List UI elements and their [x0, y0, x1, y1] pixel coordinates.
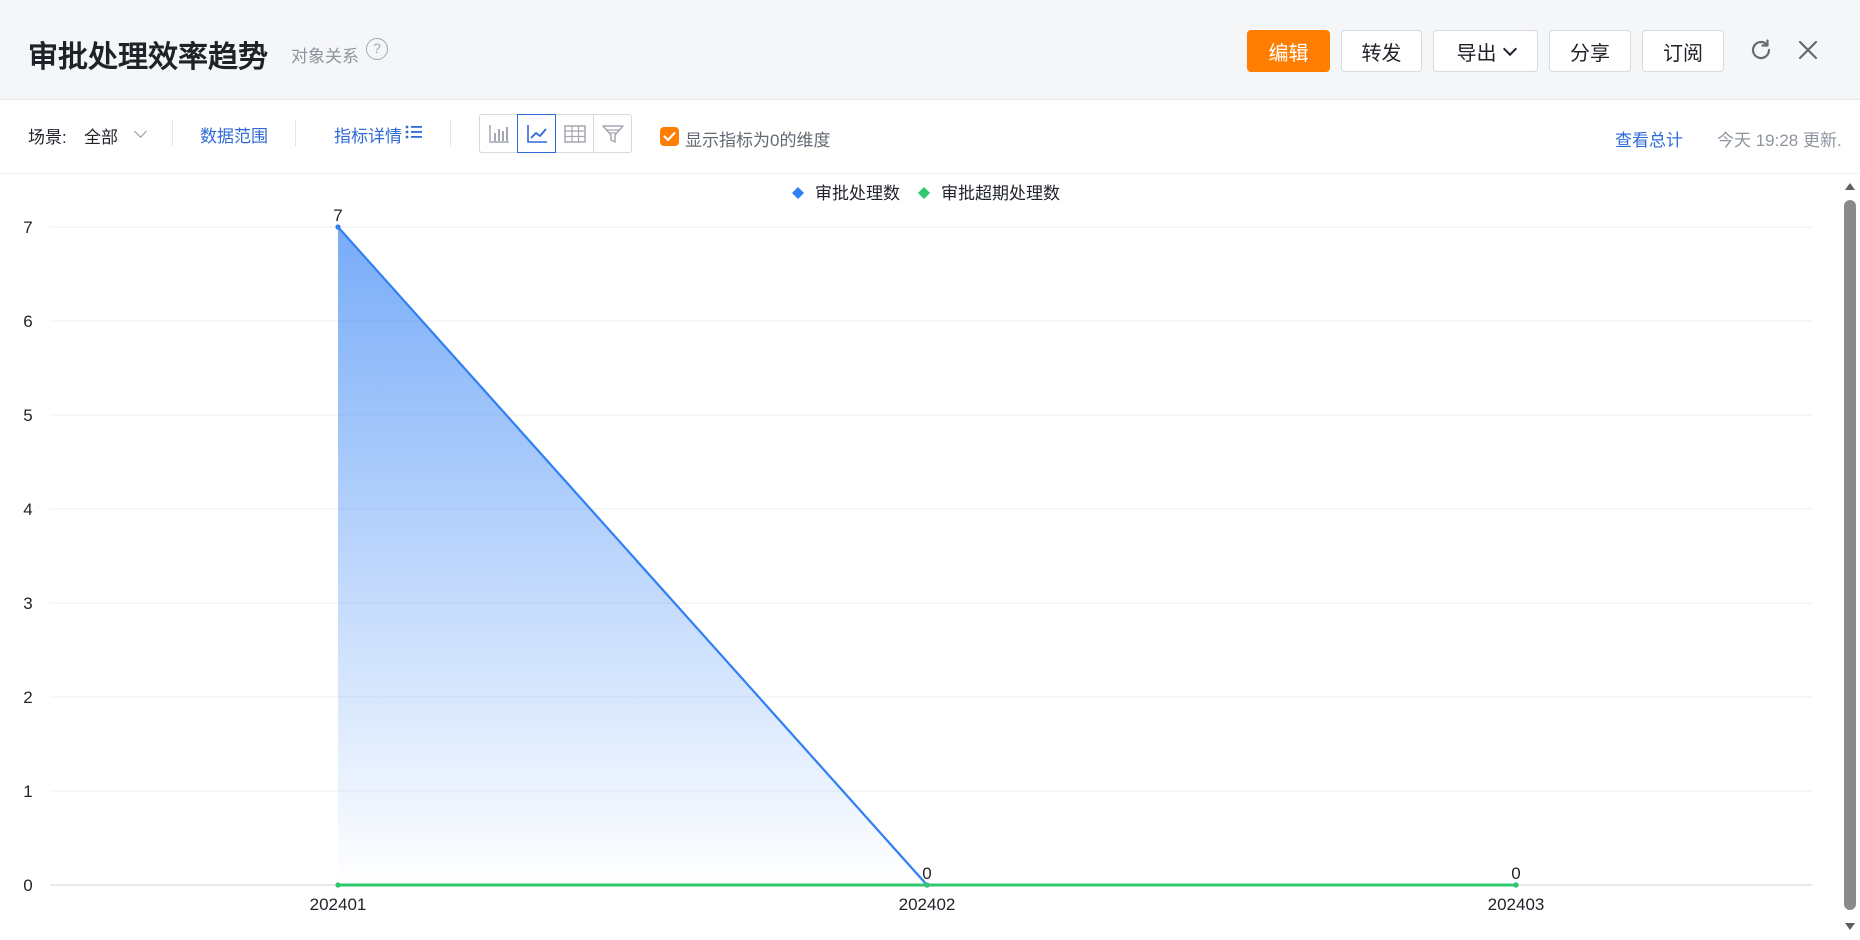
data-label: 0 — [922, 864, 931, 883]
report-toolbar — [0, 100, 1860, 174]
line-chart-icon[interactable] — [517, 114, 556, 153]
y-tick-label: 3 — [23, 594, 32, 613]
share-button[interactable]: 分享 — [1549, 30, 1631, 72]
object-relation-label: 对象关系 — [291, 47, 359, 66]
metric-details-link[interactable]: 指标详情 — [334, 122, 402, 147]
x-tick-label: 202403 — [1488, 895, 1545, 914]
data-label: 0 — [1511, 864, 1520, 883]
data-point[interactable] — [1513, 882, 1519, 888]
toolbar-divider — [450, 120, 451, 146]
funnel-icon[interactable] — [593, 114, 632, 153]
y-tick-label: 0 — [23, 876, 32, 895]
data-point[interactable] — [335, 882, 341, 888]
scene-select[interactable]: 全部 — [84, 123, 118, 148]
toolbar-divider — [295, 120, 296, 146]
scroll-up-arrow-icon[interactable] — [1845, 183, 1855, 190]
y-tick-label: 2 — [23, 688, 32, 707]
y-tick-label: 7 — [23, 218, 32, 237]
x-tick-label: 202402 — [899, 895, 956, 914]
legend-label: 审批超期处理数 — [941, 184, 1060, 203]
data-label: 7 — [333, 206, 342, 225]
y-tick-label: 1 — [23, 782, 32, 801]
refresh-icon[interactable] — [1745, 34, 1777, 66]
scrollbar-thumb[interactable] — [1844, 200, 1856, 910]
edit-button-label: 编辑 — [1268, 42, 1309, 65]
updated-time-text: 今天 19:28 更新. — [1717, 131, 1842, 150]
y-tick-label: 6 — [23, 312, 32, 331]
legend-label: 审批处理数 — [815, 184, 900, 203]
share-button-label: 分享 — [1570, 42, 1610, 65]
help-icon[interactable]: ? — [366, 38, 388, 60]
check-icon — [663, 131, 676, 142]
subscribe-button[interactable]: 订阅 — [1642, 30, 1724, 72]
report-header: 审批处理效率趋势 对象关系 ? 编辑 转发 导出 分享 订阅 — [0, 0, 1860, 100]
data-point[interactable] — [924, 882, 930, 888]
legend-item-1[interactable]: 审批处理数 — [792, 184, 900, 203]
edit-button[interactable]: 编辑 — [1247, 30, 1330, 72]
export-button[interactable]: 导出 — [1433, 30, 1538, 72]
export-button-label: 导出 — [1456, 42, 1497, 65]
view-total-link[interactable]: 查看总计 — [1615, 126, 1683, 151]
legend-item-2[interactable]: 审批超期处理数 — [918, 184, 1060, 203]
legend-marker-icon — [792, 187, 804, 199]
y-tick-label: 5 — [23, 406, 32, 425]
scene-label: 场景: — [28, 128, 67, 147]
forward-button-label: 转发 — [1361, 42, 1402, 65]
subscribe-button-label: 订阅 — [1663, 42, 1703, 65]
chart-type-switcher — [479, 114, 632, 153]
chart-area: 0 1 2 3 4 5 6 7 202401 202402 202403 7 0 0 审批处理数 审批超期… — [0, 175, 1840, 940]
y-tick-label: 4 — [23, 500, 32, 519]
data-point[interactable] — [335, 224, 341, 230]
show-zero-label[interactable]: 显示指标为0的维度 — [685, 126, 830, 151]
legend-marker-icon — [918, 187, 930, 199]
page-title: 审批处理效率趋势 — [28, 41, 268, 74]
forward-button[interactable]: 转发 — [1341, 30, 1422, 72]
bar-chart-icon[interactable] — [479, 114, 518, 153]
list-icon[interactable] — [405, 124, 423, 140]
toolbar-divider — [172, 120, 173, 146]
scroll-down-arrow-icon[interactable] — [1845, 923, 1855, 930]
data-range-link[interactable]: 数据范围 — [200, 122, 268, 147]
table-icon[interactable] — [555, 114, 594, 153]
chevron-down-icon — [1502, 41, 1517, 56]
close-icon[interactable] — [1792, 34, 1824, 66]
line-chart: 0 1 2 3 4 5 6 7 202401 202402 202403 7 0 0 审批处理数 审批超期… — [23, 184, 1812, 914]
show-zero-checkbox[interactable] — [660, 127, 679, 146]
x-tick-label: 202401 — [310, 895, 367, 914]
series-area-1 — [338, 227, 1516, 885]
